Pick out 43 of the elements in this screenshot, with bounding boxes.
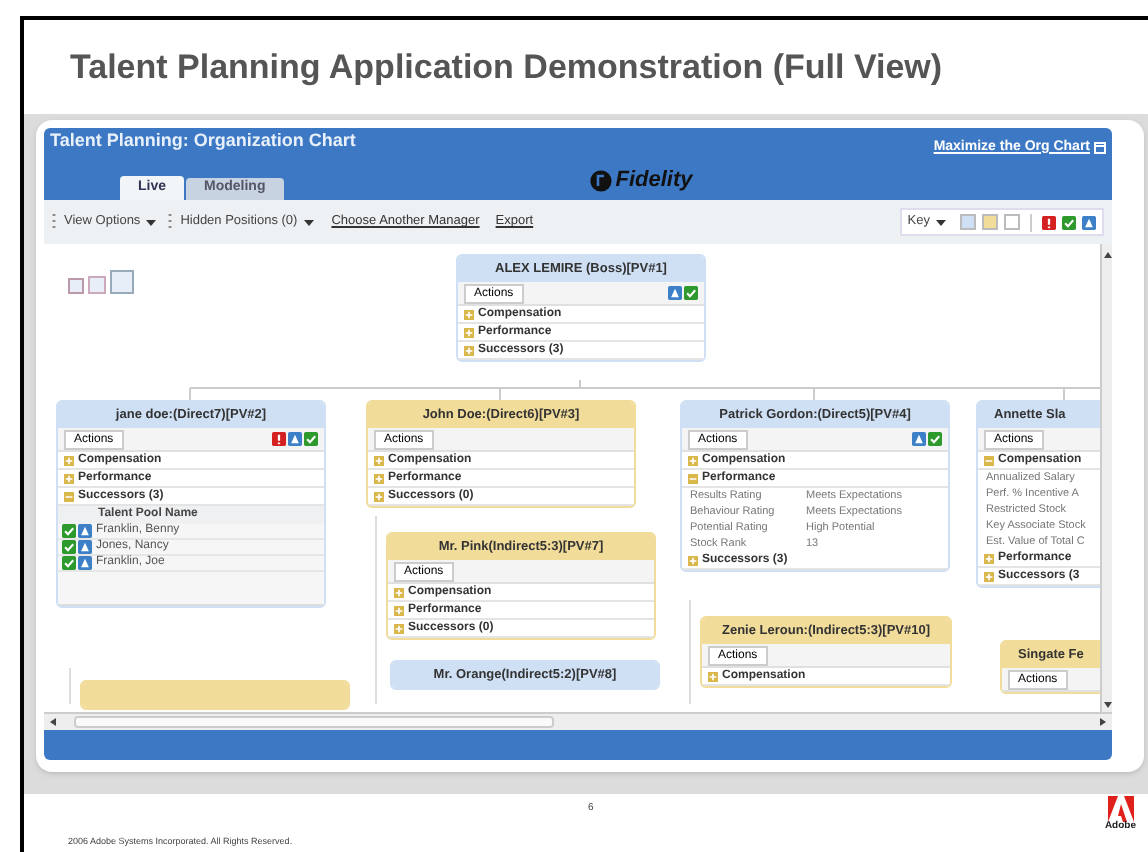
expand-icon[interactable] [374, 455, 384, 465]
zoom-medium-icon[interactable] [88, 276, 106, 294]
scroll-up-icon[interactable] [1103, 252, 1111, 260]
expand-icon[interactable] [984, 571, 994, 581]
slide-title: Talent Planning Application Demonstration (Full View) [70, 45, 943, 90]
logo-text: Fidelity [615, 170, 693, 192]
collapse-icon[interactable] [688, 473, 698, 483]
check-icon [1062, 215, 1076, 229]
alert-icon [1042, 215, 1056, 229]
connector-line [69, 667, 71, 705]
expand-icon[interactable] [64, 455, 74, 465]
zoom-large-icon[interactable] [110, 270, 134, 294]
expand-icon[interactable] [394, 623, 404, 633]
caret-icon [146, 219, 157, 225]
caret-icon [303, 219, 314, 225]
expand-icon[interactable] [374, 491, 384, 501]
scrollbar-thumb[interactable] [74, 716, 554, 728]
logo-icon [1107, 796, 1134, 822]
expand-icon[interactable] [64, 473, 74, 483]
app-title: Talent Planning: Organization Chart [50, 128, 356, 155]
logo-icon [589, 170, 612, 192]
expand-icon[interactable] [464, 309, 474, 319]
expand-icon[interactable] [394, 605, 404, 615]
expand-icon[interactable] [984, 553, 994, 563]
expand-icon[interactable] [394, 587, 404, 597]
collapse-icon[interactable] [984, 455, 994, 465]
zoom-small-icon[interactable] [68, 278, 84, 294]
connector-line [689, 599, 691, 705]
expand-icon[interactable] [708, 671, 718, 681]
person-icon [1082, 215, 1096, 229]
caret-icon [936, 219, 946, 225]
window-icon [1094, 142, 1106, 154]
expand-icon[interactable] [688, 555, 698, 565]
scroll-right-icon[interactable] [1098, 718, 1106, 726]
collapse-icon[interactable] [64, 491, 74, 501]
expand-icon[interactable] [688, 455, 698, 465]
scroll-left-icon[interactable] [50, 718, 58, 726]
expand-icon[interactable] [374, 473, 384, 483]
horizontal-scrollbar[interactable] [44, 712, 1112, 730]
expand-icon[interactable] [464, 345, 474, 355]
vertical-scrollbar[interactable] [1100, 244, 1112, 712]
expand-icon[interactable] [464, 327, 474, 337]
scroll-down-icon[interactable] [1103, 700, 1111, 708]
